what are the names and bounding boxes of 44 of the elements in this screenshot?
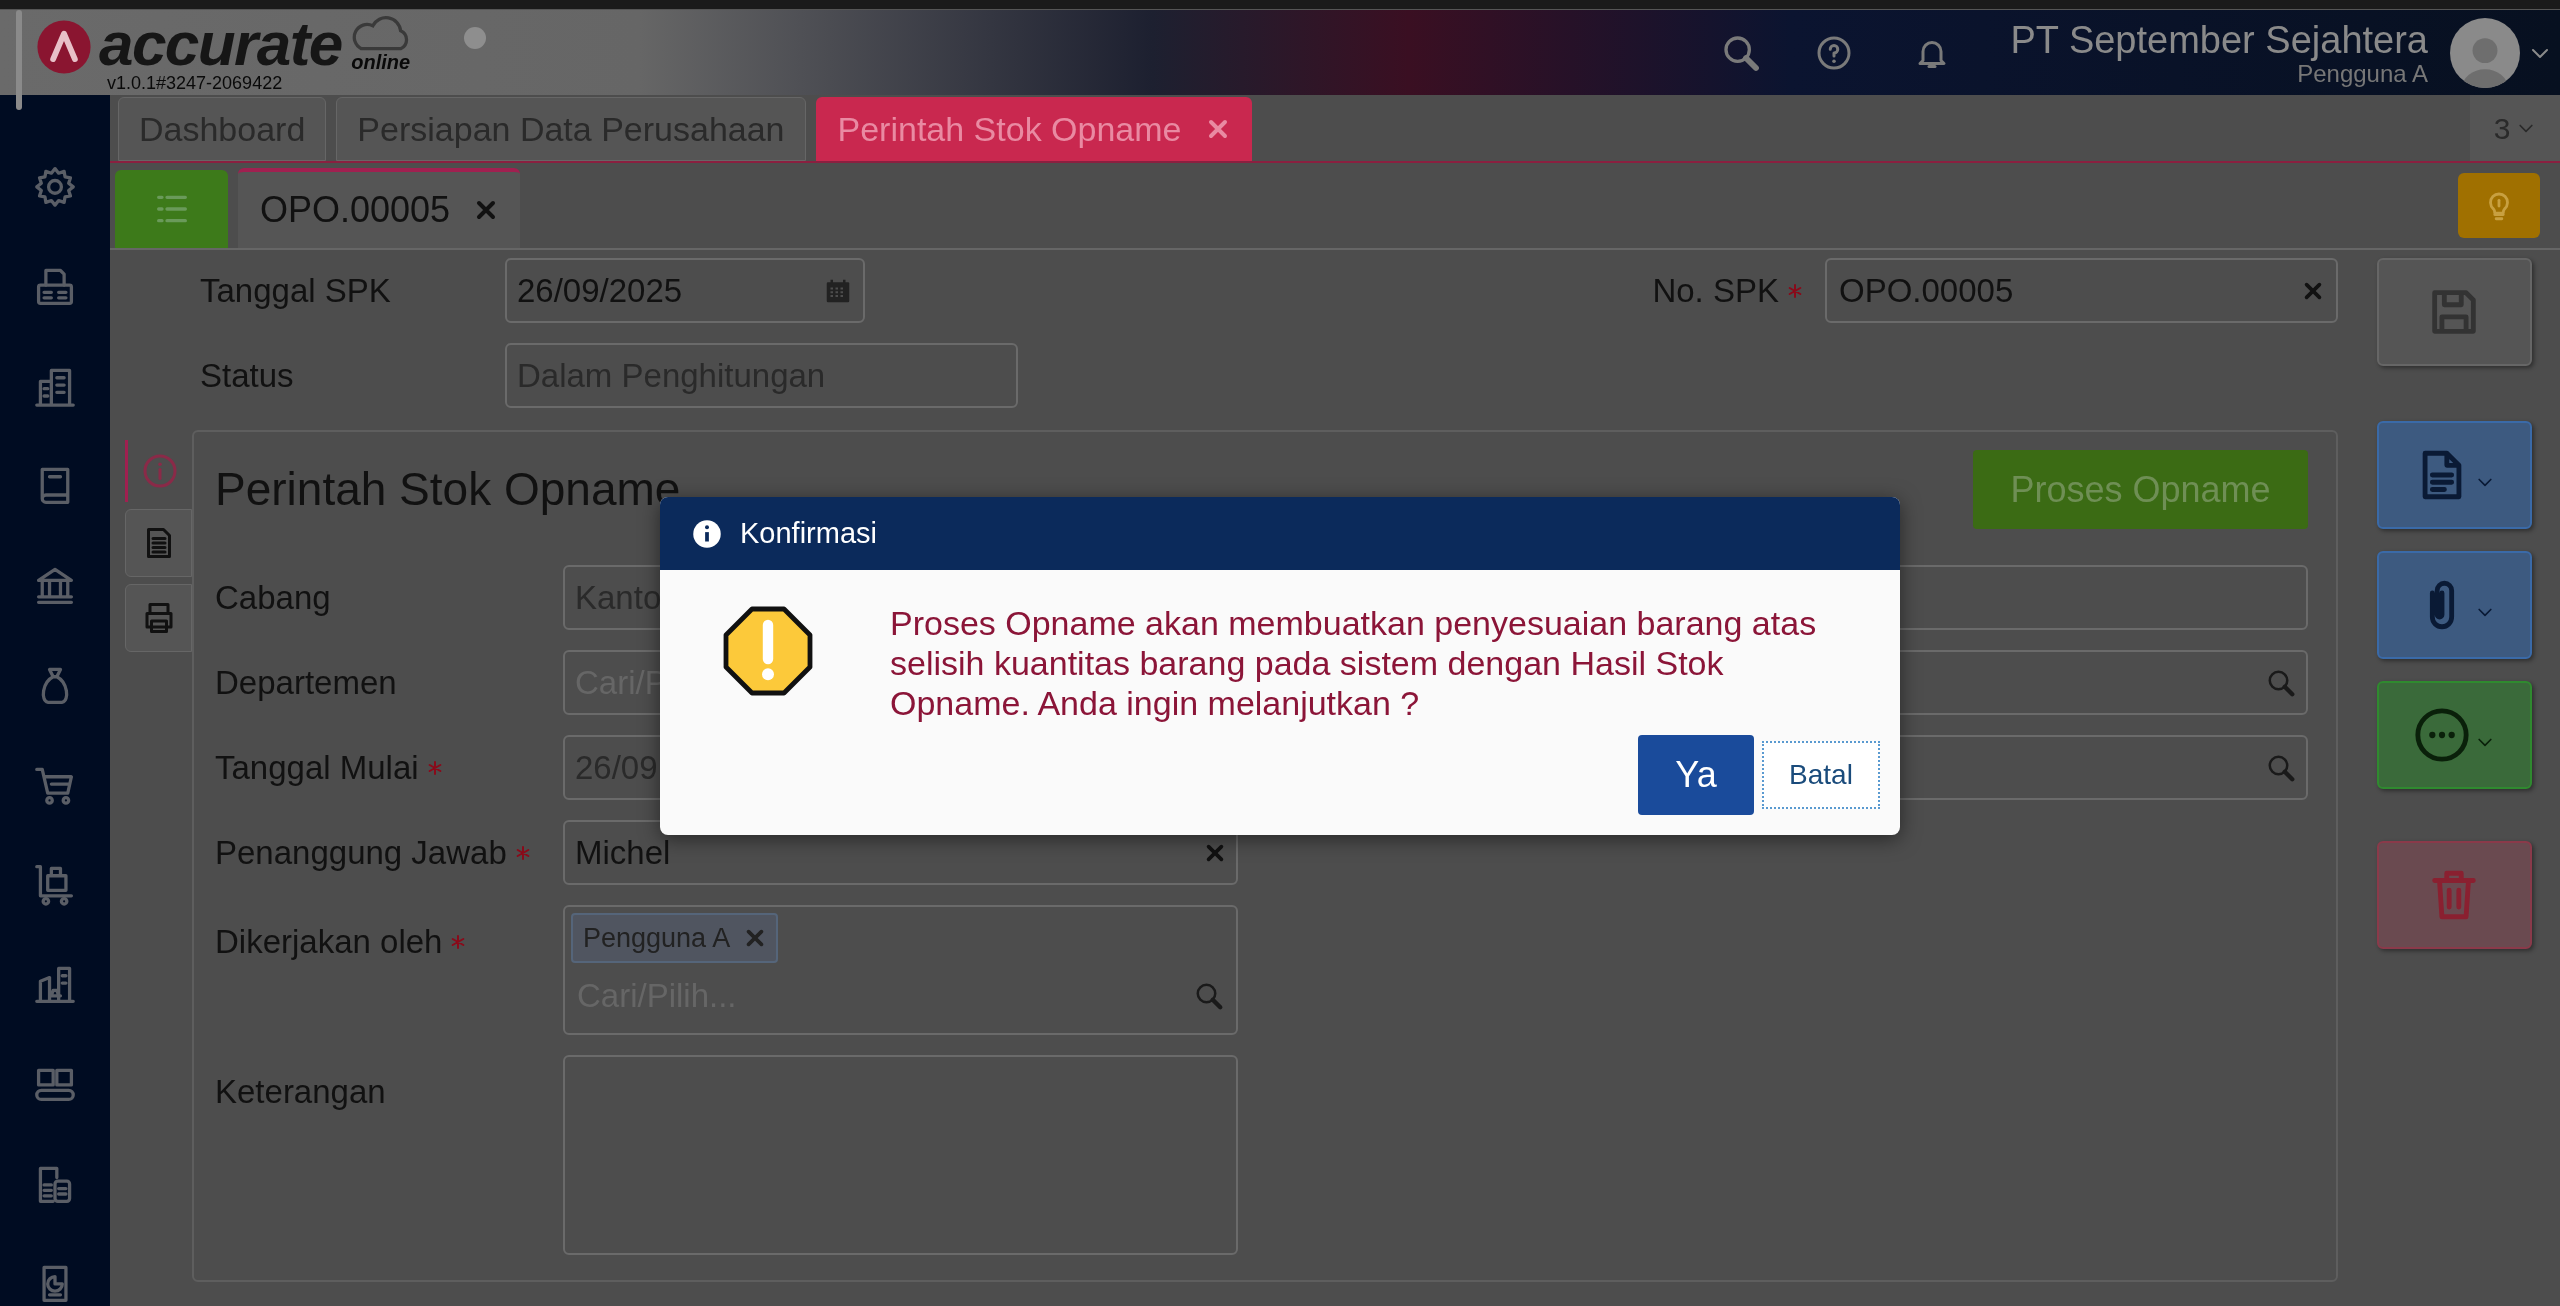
user-name: Pengguna A [2297,60,2428,87]
number-field[interactable]: OPO.00005 [1825,258,2338,323]
field-label: Tanggal SPK [200,270,392,311]
version-text: v1.0.1#3247-2069422 [107,73,284,92]
selected-chip: Pengguna A [571,913,779,963]
more-options-button[interactable] [2376,681,2532,789]
company-name: PT September Sejahtera [2010,18,2428,61]
tab[interactable]: Perintah Stok Opname [815,97,1252,161]
help-icon[interactable] [1816,34,1853,71]
required-asterisk-icon [426,759,443,776]
field-label: Penanggung Jawab [215,832,507,873]
date-field[interactable]: 26/09/2025 [505,258,865,323]
logo-wordmark: accurate [99,13,342,74]
document-tab[interactable]: OPO.00005 [238,168,521,248]
field-label: Tanggal Mulai [215,747,419,788]
side-tab[interactable] [125,509,192,577]
required-asterisk-icon [1787,282,1803,299]
list-view-button[interactable] [115,170,228,248]
dialog-message: Proses Opname akan membuatkan penyesuaian barang atas selisih kuantitas barang pada sistem dengan Hasil Stok Opname. Anda ingin melanjutkan ? [890,603,1818,723]
info-icon [142,453,178,489]
ellipsis-circle-icon [2413,706,2471,764]
logo-subtitle: online [351,51,411,72]
info-icon [692,518,722,549]
cancel-button[interactable]: Batal [1762,741,1880,809]
save-button[interactable] [2376,258,2532,366]
field-label: Dikerjakan oleh [215,922,443,962]
scrollbar-thumb[interactable] [16,10,22,110]
required-asterisk-icon [450,933,467,950]
print-document-button[interactable] [2376,421,2532,529]
field-label: Departemen [215,662,397,703]
dialog-title: Konfirmasi [740,515,877,551]
notes-field[interactable] [563,1055,1238,1255]
tips-button[interactable] [2458,173,2540,238]
side-tab[interactable] [125,584,192,652]
panel-title: Perintah Stok Opname [215,462,681,517]
field-label: Keterangan [215,1072,386,1112]
field-label: No. SPK [1652,270,1779,311]
required-asterisk-icon [514,844,531,861]
field-label: Cabang [215,577,331,618]
process-button[interactable]: Proses Opname [1973,450,2308,529]
attachment-button[interactable] [2376,551,2532,659]
logo-icon [35,17,93,76]
confirm-button[interactable]: Ya [1638,735,1754,815]
field-label: Status [200,355,295,396]
